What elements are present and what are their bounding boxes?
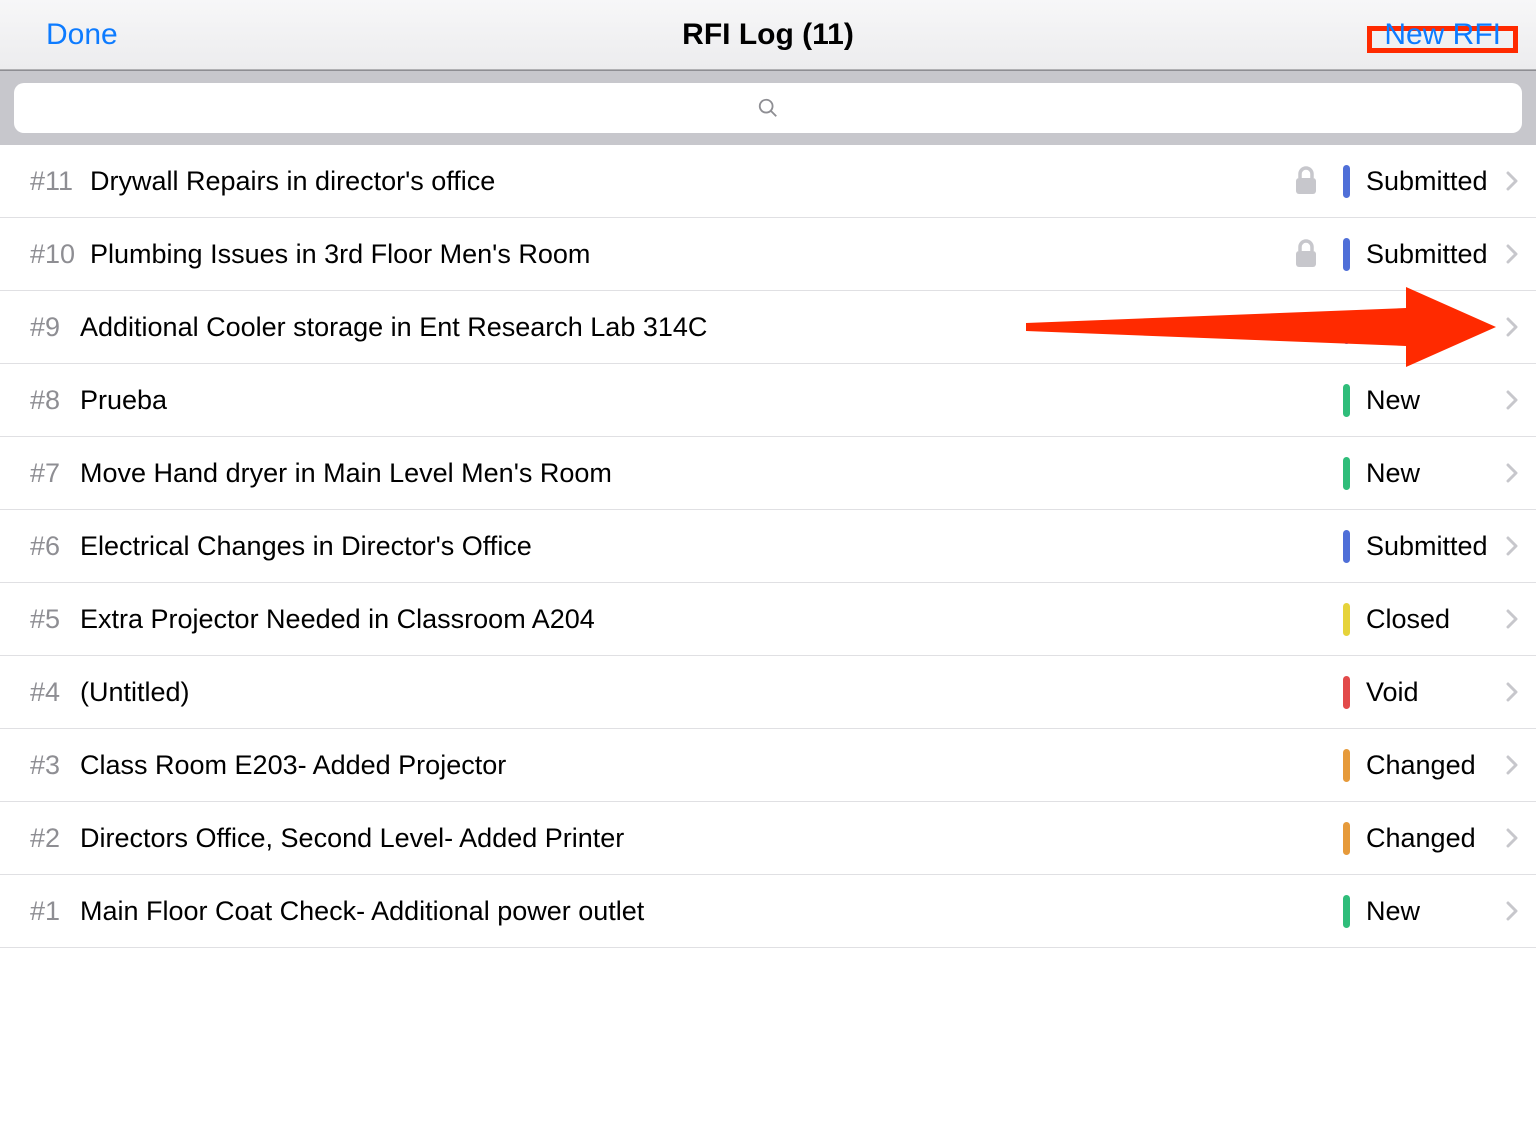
chevron-right-icon [1506,755,1520,775]
rfi-number: #7 [30,458,80,489]
list-item[interactable]: #7Move Hand dryer in Main Level Men's Ro… [0,437,1536,510]
rfi-title: Extra Projector Needed in Classroom A204 [80,604,1343,635]
chevron-right-icon [1506,171,1520,191]
chevron-right-icon [1506,536,1520,556]
rfi-title: (Untitled) [80,677,1343,708]
list-item[interactable]: #11Drywall Repairs in director's office S… [0,145,1536,218]
rfi-number: #6 [30,531,80,562]
rfi-number: #5 [30,604,80,635]
status-pill [1343,311,1350,344]
chevron-right-icon [1506,244,1520,264]
status-text: Changed [1366,750,1506,781]
page-title: RFI Log (11) [0,18,1536,52]
search-input[interactable] [14,83,1522,133]
highlight-box-new-rfi: New RFI [1367,26,1518,53]
rfi-title: Main Floor Coat Check- Additional power … [80,896,1343,927]
status-pill [1343,384,1350,417]
rfi-title: Class Room E203- Added Projector [80,750,1343,781]
rfi-number: #11 [30,166,90,197]
rfi-list: #11Drywall Repairs in director's office S… [0,145,1536,948]
status-text: Closed [1366,604,1506,635]
chevron-right-icon [1506,317,1520,337]
status-pill [1343,238,1350,271]
status-text: Void [1366,677,1506,708]
rfi-number: #9 [30,312,80,343]
chevron-right-icon [1506,901,1520,921]
list-item[interactable]: #9Additional Cooler storage in Ent Resea… [0,291,1536,364]
rfi-title: Move Hand dryer in Main Level Men's Room [80,458,1343,489]
lock-icon [1289,166,1323,196]
status-pill [1343,165,1350,198]
status-text: New [1366,458,1506,489]
rfi-title: Prueba [80,385,1343,416]
list-item[interactable]: #4(Untitled) Void [0,656,1536,729]
rfi-title: Directors Office, Second Level- Added Pr… [80,823,1343,854]
status-text: Submitted [1366,166,1506,197]
status-pill [1343,895,1350,928]
chevron-right-icon [1506,609,1520,629]
navbar: Done RFI Log (11) New RFI [0,0,1536,70]
status-pill [1343,676,1350,709]
done-button[interactable]: Done [36,12,128,58]
rfi-title: Electrical Changes in Director's Office [80,531,1343,562]
status-pill [1343,603,1350,636]
list-item[interactable]: #10Plumbing Issues in 3rd Floor Men's Ro… [0,218,1536,291]
status-pill [1343,822,1350,855]
search-bar [0,70,1536,145]
chevron-right-icon [1506,682,1520,702]
chevron-right-icon [1506,390,1520,410]
list-item[interactable]: #5Extra Projector Needed in Classroom A2… [0,583,1536,656]
status-pill [1343,749,1350,782]
chevron-right-icon [1506,463,1520,483]
rfi-number: #3 [30,750,80,781]
list-item[interactable]: #6Electrical Changes in Director's Offic… [0,510,1536,583]
rfi-number: #2 [30,823,80,854]
list-item[interactable]: #3Class Room E203- Added Projector Change… [0,729,1536,802]
status-text: Submitted [1366,531,1506,562]
status-text: New [1366,896,1506,927]
list-item[interactable]: #2Directors Office, Second Level- Added … [0,802,1536,875]
list-item[interactable]: #8Prueba New [0,364,1536,437]
rfi-title: Drywall Repairs in director's office [90,166,1289,197]
status-text: Changed [1366,823,1506,854]
rfi-number: #10 [30,239,90,270]
search-icon [757,97,779,119]
rfi-number: #8 [30,385,80,416]
new-rfi-button[interactable]: New RFI [1374,12,1511,58]
rfi-number: #4 [30,677,80,708]
status-pill [1343,457,1350,490]
lock-icon [1289,239,1323,269]
rfi-title: Plumbing Issues in 3rd Floor Men's Room [90,239,1289,270]
rfi-number: #1 [30,896,80,927]
status-pill [1343,530,1350,563]
status-text: Submitted [1366,239,1506,270]
list-item[interactable]: #1Main Floor Coat Check- Additional powe… [0,875,1536,948]
status-text: New [1366,385,1506,416]
rfi-title: Additional Cooler storage in Ent Researc… [80,312,1343,343]
chevron-right-icon [1506,828,1520,848]
